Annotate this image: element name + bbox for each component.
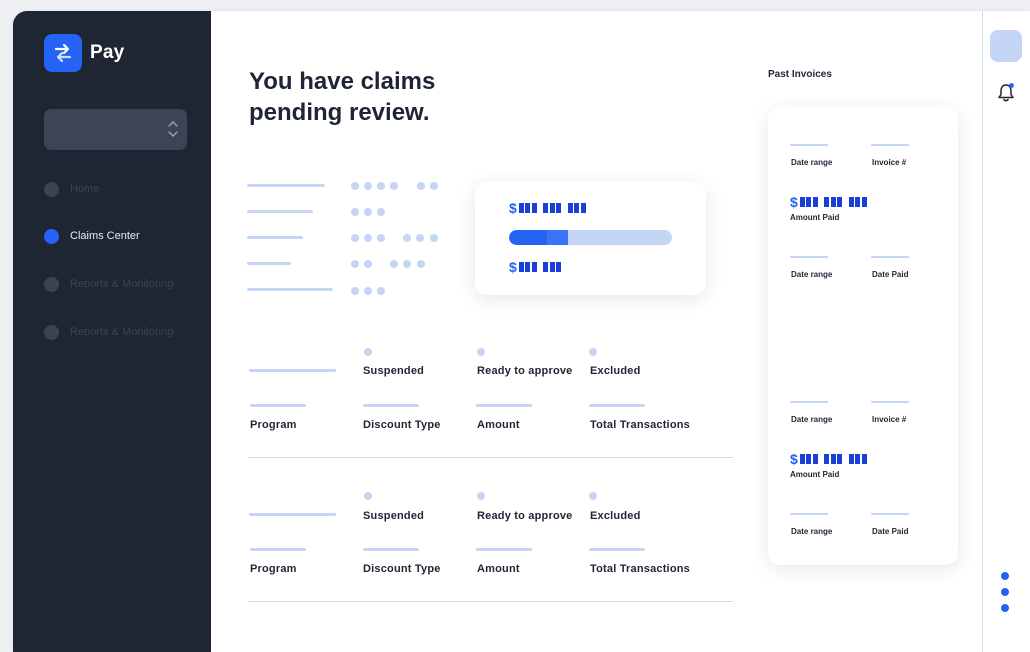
nav-dot-icon xyxy=(44,228,59,244)
invoice-field-label: Amount Paid xyxy=(790,470,840,479)
column-header[interactable]: Total Transactions xyxy=(590,563,690,575)
invoice-field-label: Date range xyxy=(791,270,833,279)
bell-icon[interactable] xyxy=(996,82,1016,104)
page-title: You have claims pending review. xyxy=(249,68,436,126)
column-header[interactable]: Discount Type xyxy=(363,419,441,431)
status-label: Suspended xyxy=(363,365,425,377)
invoice-field-label: Date range xyxy=(791,527,833,536)
column-header[interactable]: Total Transactions xyxy=(590,419,690,431)
rail-divider xyxy=(982,11,983,652)
sidebar-item-label: Claims Center xyxy=(70,230,140,242)
invoice-field-label: Invoice # xyxy=(872,415,907,424)
status-label: Suspended xyxy=(363,510,425,522)
nav-dot-icon xyxy=(44,276,59,292)
invoice-field-label: Date range xyxy=(791,415,833,424)
claims-progress-card[interactable]: $ $ xyxy=(475,182,706,295)
sidebar-item-label: Reports & Monitoring xyxy=(70,278,174,290)
invoice-field-label: Date Paid xyxy=(872,527,909,536)
divider xyxy=(248,601,733,602)
swap-arrows-icon[interactable] xyxy=(44,34,82,72)
nav-dot-icon xyxy=(44,181,59,197)
status-label: Ready to approve xyxy=(477,365,573,377)
past-invoices-heading: Past Invoices xyxy=(768,69,832,80)
amount-placeholder: $ xyxy=(790,195,868,209)
app-window: Pay Home Claims Center Reports & Monitor… xyxy=(13,11,1030,652)
progress-fill xyxy=(509,230,547,245)
column-header[interactable]: Amount xyxy=(477,563,520,575)
amount-placeholder: $ xyxy=(790,452,868,466)
column-header[interactable]: Discount Type xyxy=(363,563,441,575)
status-label: Ready to approve xyxy=(477,510,573,522)
past-invoices-card: Date range Invoice # $ Amount Paid Date … xyxy=(768,107,958,565)
amount-placeholder: $ xyxy=(509,201,587,215)
sidebar-item-home[interactable]: Home xyxy=(44,180,204,198)
sidebar: Pay Home Claims Center Reports & Monitor… xyxy=(13,11,211,652)
nav-dot-icon xyxy=(44,324,59,340)
sidebar-item-claims-center[interactable]: Claims Center xyxy=(44,227,204,245)
claims-progress-bar xyxy=(509,230,672,245)
column-header[interactable]: Program xyxy=(250,419,297,431)
amount-placeholder: $ xyxy=(509,260,563,274)
dollar-icon: $ xyxy=(790,451,798,467)
invoice-field-label: Date Paid xyxy=(872,270,909,279)
sidebar-item-reports-monitoring-2[interactable]: Reports & Monitoring xyxy=(44,323,204,341)
status-label: Excluded xyxy=(590,365,641,377)
account-select[interactable] xyxy=(44,109,187,150)
chevron-up-down-icon xyxy=(168,121,178,137)
dollar-icon: $ xyxy=(790,194,798,210)
divider xyxy=(248,457,733,458)
invoice-field-label: Amount Paid xyxy=(790,213,840,222)
progress-fill-highlight xyxy=(547,230,568,245)
app-name: Pay xyxy=(90,42,125,63)
invoice-field-label: Invoice # xyxy=(872,158,907,167)
column-header[interactable]: Program xyxy=(250,563,297,575)
column-header[interactable]: Amount xyxy=(477,419,520,431)
sidebar-item-label: Home xyxy=(70,183,100,195)
vertical-dots-icon[interactable] xyxy=(1000,572,1010,614)
sidebar-item-label: Reports & Monitoring xyxy=(70,326,174,338)
status-label: Excluded xyxy=(590,510,641,522)
invoice-field-label: Date range xyxy=(791,158,833,167)
avatar[interactable] xyxy=(990,30,1022,62)
sidebar-item-reports-monitoring[interactable]: Reports & Monitoring xyxy=(44,275,204,293)
dollar-icon: $ xyxy=(509,259,517,275)
dollar-icon: $ xyxy=(509,200,517,216)
